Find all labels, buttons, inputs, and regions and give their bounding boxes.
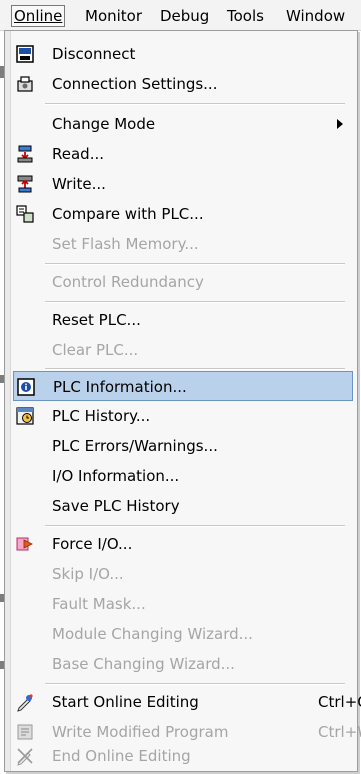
menu-item-label: Reset PLC... (52, 311, 141, 329)
force-io-icon (16, 537, 33, 551)
menu-item-plc-errors-warnings[interactable]: PLC Errors/Warnings... (13, 431, 353, 461)
connection-settings-icon (17, 76, 33, 92)
menu-item-write[interactable]: Write... (13, 169, 353, 199)
menu-item-read[interactable]: Read... (13, 139, 353, 169)
menu-separator (45, 683, 345, 685)
menu-item-label: Save PLC History (52, 497, 180, 515)
end-online-editing-icon (17, 748, 33, 766)
shortcut-label: Ctrl+W (318, 723, 361, 741)
menu-item-label: Write... (52, 175, 106, 193)
menu-tools-label: Tools (227, 7, 264, 25)
menu-separator (45, 103, 345, 105)
menu-debug-label: Debug (160, 7, 210, 25)
menu-item-reset-plc[interactable]: Reset PLC... (13, 305, 353, 335)
menu-item-skip-io[interactable]: Skip I/O... (13, 559, 353, 589)
menu-item-label: Connection Settings... (52, 75, 218, 93)
menu-item-compare-with-plc[interactable]: Compare with PLC... (13, 199, 353, 229)
write-modified-icon (17, 724, 33, 740)
shortcut-label: Ctrl+Q (318, 693, 361, 711)
menu-item-force-io[interactable]: Force I/O... (13, 529, 353, 559)
menu-online-label: Online (14, 7, 63, 25)
menu-item-base-changing-wizard[interactable]: Base Changing Wizard... (13, 649, 353, 679)
menu-item-clear-plc[interactable]: Clear PLC... (13, 335, 353, 365)
menu-online[interactable]: Online (11, 5, 66, 27)
disconnect-icon (16, 45, 34, 63)
menu-item-fault-mask[interactable]: Fault Mask... (13, 589, 353, 619)
read-icon (17, 145, 33, 163)
menu-item-label: Start Online Editing (52, 693, 199, 711)
menu-item-label: Change Mode (52, 115, 156, 133)
menu-monitor[interactable]: Monitor (85, 6, 142, 26)
menu-item-label: Skip I/O... (52, 565, 124, 583)
start-online-editing-icon (17, 694, 33, 712)
menu-item-save-plc-history[interactable]: Save PLC History (13, 491, 353, 521)
write-icon (17, 175, 33, 193)
menu-item-plc-information[interactable]: PLC Information... (13, 371, 353, 401)
menu-item-label: I/O Information... (52, 467, 180, 485)
menu-separator (45, 368, 345, 370)
menu-monitor-label: Monitor (85, 7, 143, 25)
menu-item-disconnect[interactable]: Disconnect (13, 39, 353, 69)
menu-item-plc-history[interactable]: PLC History... (13, 401, 353, 431)
menu-item-label: PLC History... (52, 407, 151, 425)
compare-icon (16, 205, 34, 223)
menu-item-label: Control Redundancy (52, 273, 204, 291)
menu-item-label: End Online Editing (52, 747, 191, 765)
menu-item-label: Fault Mask... (52, 595, 146, 613)
menu-item-connection-settings[interactable]: Connection Settings... (13, 69, 353, 99)
menu-item-module-changing-wizard[interactable]: Module Changing Wizard... (13, 619, 353, 649)
menu-item-end-online-editing[interactable]: End Online Editing (13, 741, 353, 771)
menu-item-label: Compare with PLC... (52, 205, 204, 223)
menu-item-label: Module Changing Wizard... (52, 625, 253, 643)
menu-item-label: PLC Information... (53, 378, 187, 396)
menu-separator (45, 525, 345, 527)
menu-item-label: Read... (52, 145, 104, 163)
submenu-arrow-icon (337, 119, 343, 129)
menu-item-io-information[interactable]: I/O Information... (13, 461, 353, 491)
menu-item-set-flash-memory[interactable]: Set Flash Memory... (13, 229, 353, 259)
menu-item-label: Force I/O... (52, 535, 133, 553)
menu-item-start-online-editing[interactable]: Start Online Editing Ctrl+Q (13, 687, 361, 717)
menu-item-label: PLC Errors/Warnings... (52, 437, 218, 455)
menu-window-label: Window (286, 7, 346, 25)
menu-tools[interactable]: Tools (227, 6, 264, 26)
menu-item-label: Base Changing Wizard... (52, 655, 235, 673)
menu-item-label: Disconnect (52, 45, 136, 63)
menu-bar: Online Monitor Debug Tools Window (0, 0, 361, 31)
menu-item-label: Set Flash Memory... (52, 235, 199, 253)
menu-left-strip (5, 31, 11, 771)
plc-history-icon (16, 407, 34, 425)
menu-separator (45, 263, 345, 265)
menu-item-change-mode[interactable]: Change Mode (13, 109, 353, 139)
online-menu-dropdown: Disconnect Connection Settings... Change… (4, 30, 361, 772)
menu-debug[interactable]: Debug (160, 6, 209, 26)
plc-information-icon (17, 378, 35, 396)
menu-window[interactable]: Window (286, 6, 345, 26)
menu-item-label: Clear PLC... (52, 341, 139, 359)
menu-item-label: Write Modified Program (52, 723, 229, 741)
menu-separator (45, 301, 345, 303)
menu-item-control-redundancy[interactable]: Control Redundancy (13, 267, 353, 297)
